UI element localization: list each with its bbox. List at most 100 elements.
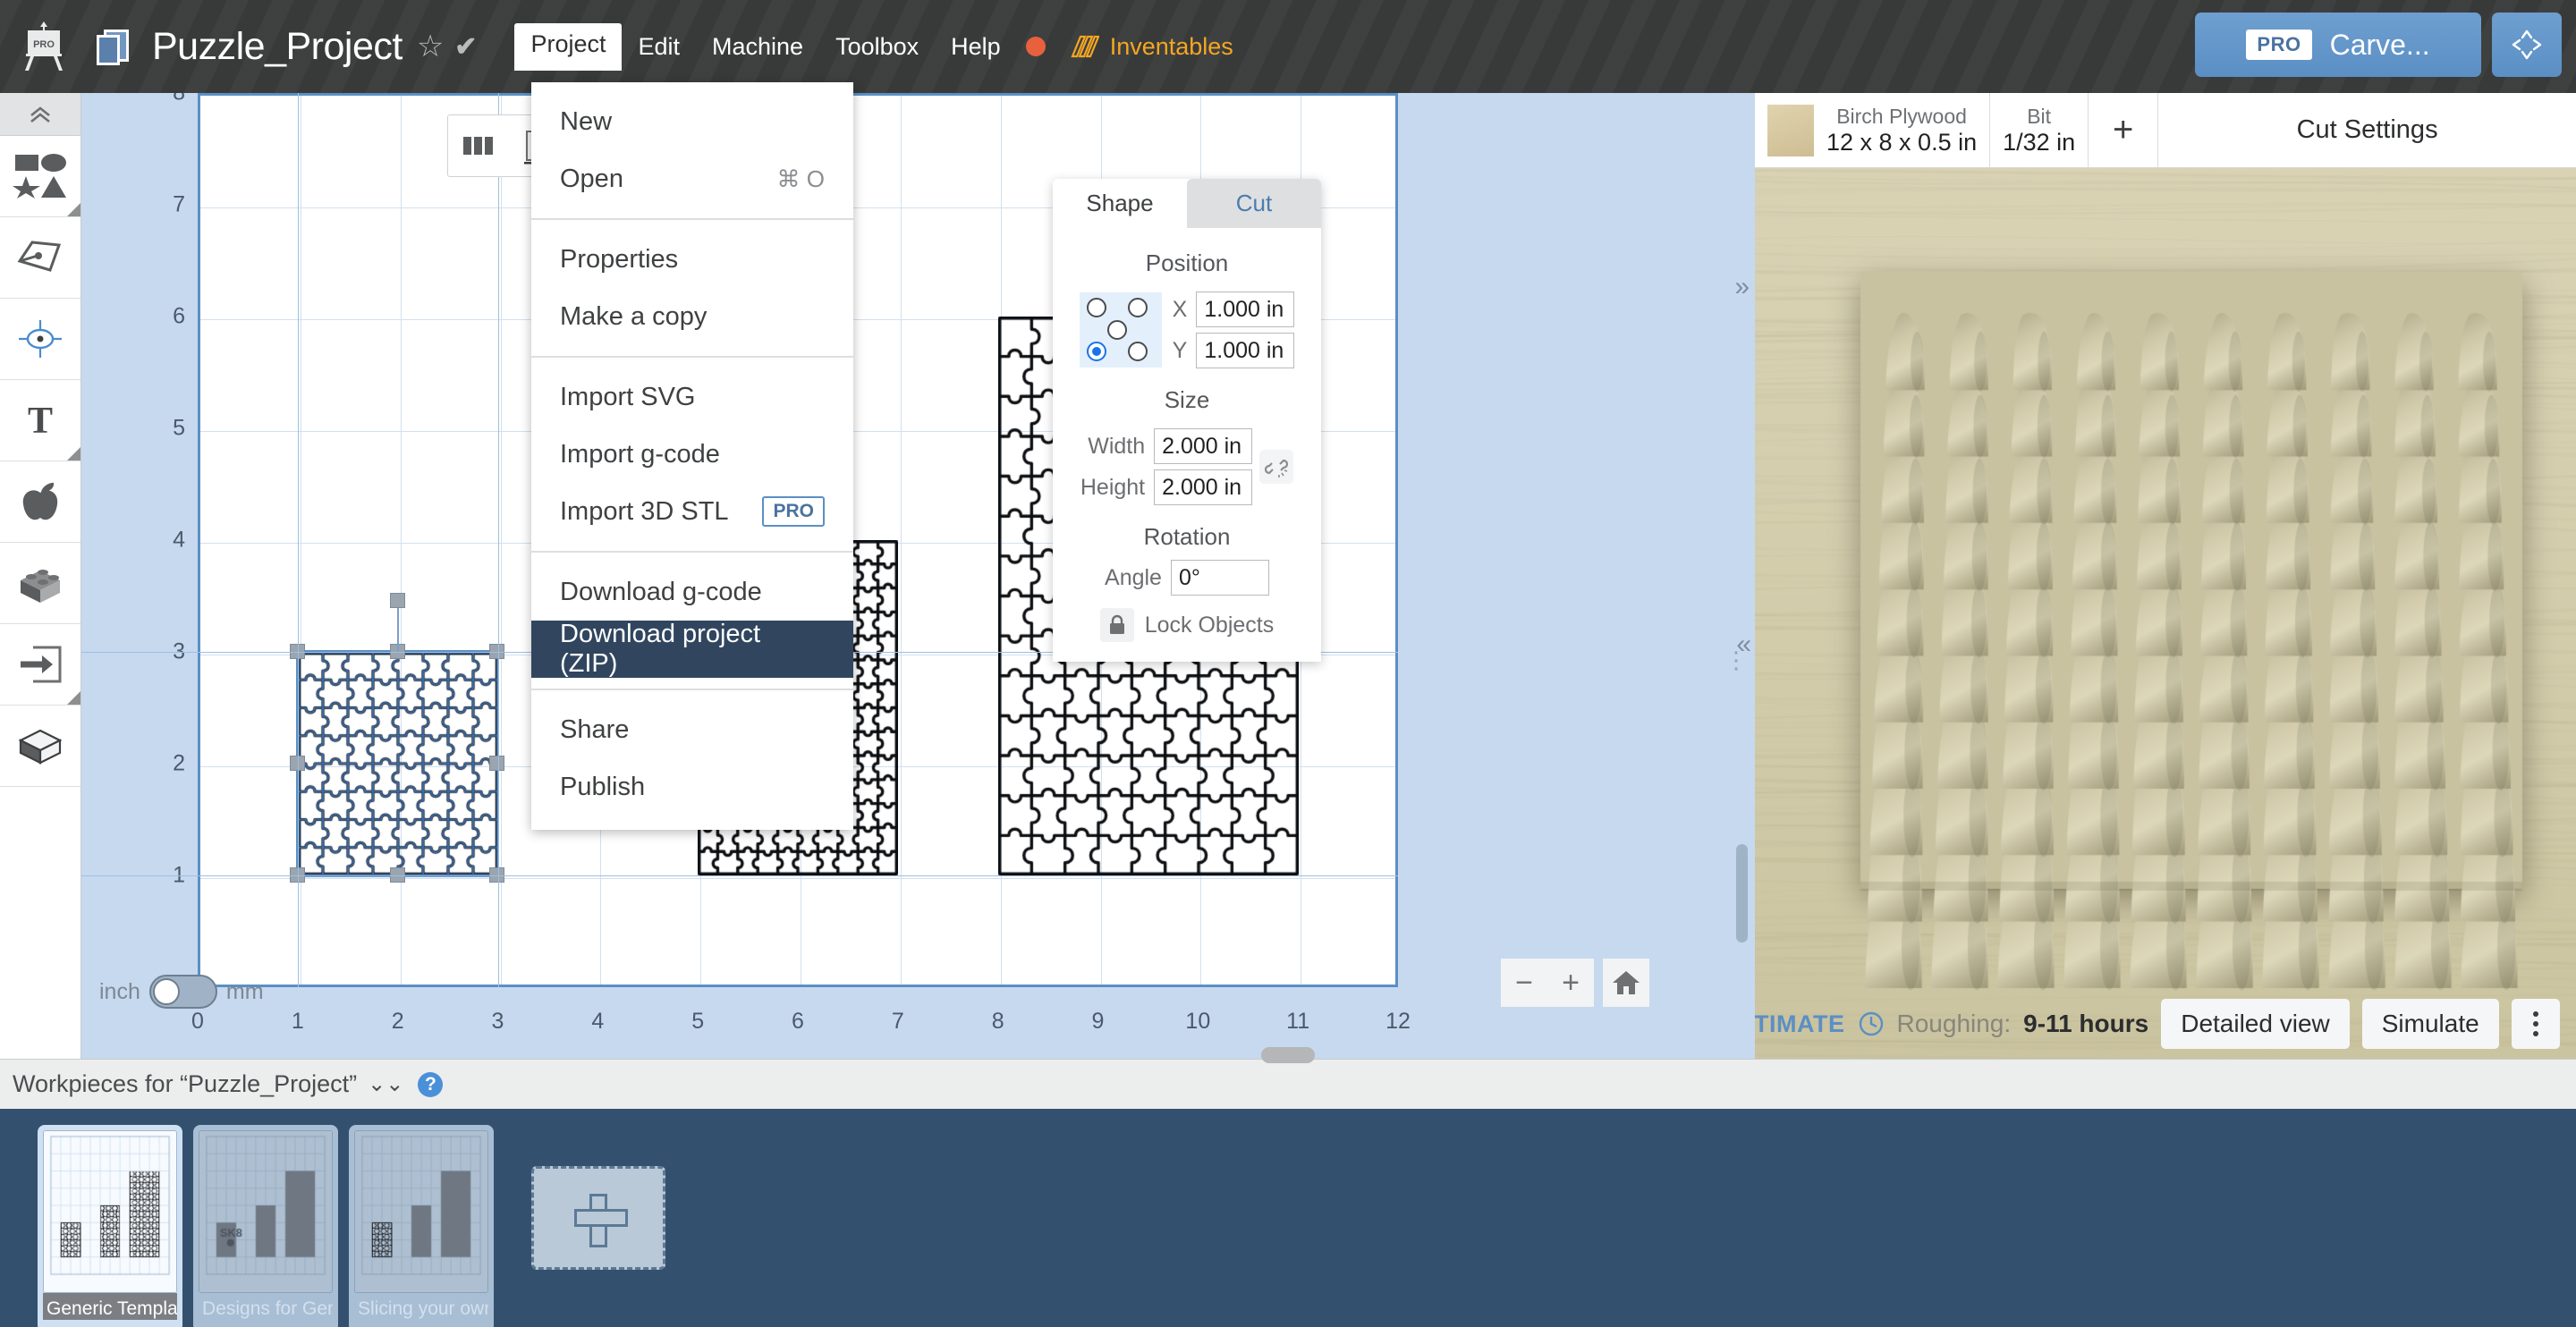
grid-line-vertical <box>901 96 902 985</box>
menu-item-label: Import g-code <box>560 440 720 469</box>
angle-input[interactable]: 0° <box>1171 560 1269 596</box>
width-input[interactable]: 2.000 in <box>1154 428 1252 464</box>
rail-collapse-button[interactable] <box>0 93 80 136</box>
x-input[interactable]: 1.000 in <box>1196 292 1294 327</box>
tool-import[interactable] <box>0 624 80 706</box>
pro-easel-logo[interactable]: PRO <box>13 21 75 72</box>
menu-item-label: New <box>560 107 612 137</box>
fullscreen-toggle-button[interactable] <box>2492 13 2562 77</box>
material-name: Birch Plywood <box>1826 105 1977 129</box>
tab-shape[interactable]: Shape <box>1053 179 1187 228</box>
selection-bounding-box <box>296 650 500 877</box>
menu-edit[interactable]: Edit <box>622 26 696 68</box>
y-input[interactable]: 1.000 in <box>1196 333 1294 368</box>
menu-item-download-project-zip[interactable]: Download project (ZIP) <box>531 621 853 678</box>
menu-item-label: Properties <box>560 245 678 275</box>
menu-machine[interactable]: Machine <box>696 26 819 68</box>
simulate-button[interactable]: Simulate <box>2362 999 2499 1049</box>
workpiece-preview-canvas <box>355 1131 487 1292</box>
menu-item-label: Download g-code <box>560 578 762 607</box>
tool-lego[interactable] <box>0 543 80 624</box>
menu-item-open[interactable]: Open⌘ O <box>531 150 853 207</box>
menu-item-label: Publish <box>560 773 645 802</box>
material-swatch <box>1767 105 1814 156</box>
design-canvas[interactable]: 012345678 0123456789101112 inch mm − + »… <box>81 93 1755 1059</box>
workpiece-thumbnail <box>43 1130 177 1293</box>
ruler-tick-y: 5 <box>173 416 185 442</box>
ruler-horizontal: 0123456789101112 <box>81 1003 1755 1059</box>
carve-button[interactable]: PRO Carve... <box>2195 13 2481 77</box>
move-arrows-icon <box>2506 24 2547 65</box>
panel-resize-grabber[interactable] <box>1261 1047 1315 1063</box>
workpiece-card[interactable]: Generic Template <box>38 1125 182 1327</box>
zoom-out-button[interactable]: − <box>1501 959 1547 1007</box>
menu-project[interactable]: Project <box>514 23 622 71</box>
ruler-tick-x: 10 <box>1185 1009 1210 1035</box>
ruler-tick-x: 0 <box>191 1009 204 1035</box>
tab-cut[interactable]: Cut <box>1187 179 1321 228</box>
anchor-selector[interactable] <box>1080 292 1162 368</box>
menu-toolbox[interactable]: Toolbox <box>819 26 935 68</box>
menu-item-import-g-code[interactable]: Import g-code <box>531 426 853 483</box>
menu-item-label: Share <box>560 715 629 745</box>
workpiece-preview-canvas <box>199 1131 332 1292</box>
menu-item-import-3d-stl[interactable]: Import 3D STLPRO <box>531 483 853 540</box>
zoom-home-button[interactable] <box>1603 959 1649 1007</box>
menu-item-share[interactable]: Share <box>531 701 853 758</box>
zoom-controls: − + <box>1501 959 1649 1007</box>
workpiece-card[interactable]: Designs for Generic <box>193 1125 338 1327</box>
menu-help[interactable]: Help <box>935 26 1017 68</box>
cut-settings-button[interactable]: Cut Settings <box>2158 93 2576 167</box>
height-input[interactable]: 2.000 in <box>1154 469 1252 505</box>
anchor-center[interactable] <box>1107 320 1127 340</box>
menu-item-make-a-copy[interactable]: Make a copy <box>531 288 853 345</box>
align-distribute-button[interactable] <box>448 115 509 176</box>
workpieces-collapse-button[interactable]: ⌄⌄ <box>368 1071 403 1097</box>
panel-collapse-button[interactable]: « <box>1736 630 1750 660</box>
lock-objects-button[interactable] <box>1100 608 1134 642</box>
anchor-bottom-left[interactable] <box>1087 342 1106 361</box>
add-bit-button[interactable]: + <box>2089 93 2158 167</box>
material-selector[interactable]: Birch Plywood 12 x 8 x 0.5 in <box>1755 93 1990 167</box>
menu-item-publish[interactable]: Publish <box>531 758 853 816</box>
tool-drill[interactable] <box>0 299 80 380</box>
menu-item-new[interactable]: New <box>531 93 853 150</box>
canvas-object-selected[interactable] <box>298 652 498 875</box>
canvas-scrollbar-vertical[interactable] <box>1736 844 1748 942</box>
anchor-top-left[interactable] <box>1087 298 1106 317</box>
alignment-guide-horizontal <box>81 875 1398 876</box>
anchor-bottom-right[interactable] <box>1128 342 1148 361</box>
menu-item-properties[interactable]: Properties <box>531 231 853 288</box>
anchor-top-right[interactable] <box>1128 298 1148 317</box>
tool-apps[interactable] <box>0 461 80 543</box>
ruler-tick-x: 12 <box>1385 1009 1411 1035</box>
bit-selector[interactable]: Bit 1/32 in <box>1990 93 2089 167</box>
preview-more-button[interactable] <box>2512 999 2560 1049</box>
3d-preview-render[interactable] <box>1755 168 2576 1059</box>
workpieces-help-icon[interactable]: ? <box>418 1072 443 1097</box>
ruler-tick-x: 3 <box>492 1009 504 1035</box>
detailed-view-button[interactable]: Detailed view <box>2161 999 2350 1049</box>
workpiece-card[interactable]: Slicing your own Desi <box>349 1125 494 1327</box>
menu-item-download-g-code[interactable]: Download g-code <box>531 563 853 621</box>
menu-bar: Project Edit Machine Toolbox Help Invent… <box>514 23 1233 71</box>
tool-pen[interactable] <box>0 217 80 299</box>
favorite-star-icon[interactable]: ☆ <box>417 29 444 64</box>
grid-line-horizontal <box>200 878 1395 879</box>
rotation-handle[interactable] <box>390 593 405 608</box>
tool-3d-box[interactable] <box>0 706 80 787</box>
menu-item-pro-badge: PRO <box>762 496 825 527</box>
saved-check-icon: ✔ <box>454 31 477 63</box>
unit-switch[interactable] <box>149 975 217 1009</box>
unit-toggle[interactable]: inch mm <box>99 975 264 1009</box>
panel-expand-button[interactable]: » <box>1734 272 1750 302</box>
tool-shapes[interactable] <box>0 136 80 217</box>
inventables-brand[interactable]: Inventables <box>1069 33 1233 61</box>
menu-item-import-svg[interactable]: Import SVG <box>531 368 853 426</box>
zoom-in-button[interactable]: + <box>1547 959 1594 1007</box>
workpieces-title: Workpieces for “Puzzle_Project” <box>13 1070 357 1098</box>
tool-text[interactable]: T <box>0 380 80 461</box>
aspect-lock-button[interactable] <box>1259 450 1293 484</box>
import-arrow-icon <box>17 644 64 685</box>
add-workpiece-button[interactable] <box>531 1166 665 1270</box>
